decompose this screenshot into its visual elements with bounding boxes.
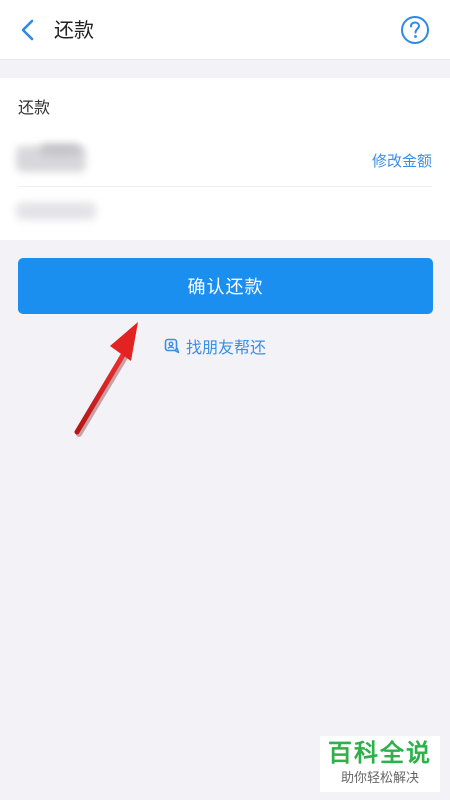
red-arrow-annotation: [74, 322, 138, 437]
chevron-left-icon: [21, 19, 34, 41]
question-circle-icon: [401, 16, 429, 44]
help-button[interactable]: [400, 15, 430, 45]
back-button[interactable]: [12, 14, 44, 46]
watermark-subtitle: 助你轻松解决: [340, 771, 419, 786]
watermark: 百科全说 助你轻松解决: [320, 736, 440, 792]
friend-help-icon: [164, 338, 180, 354]
confirm-repay-button[interactable]: 确认还款: [18, 258, 433, 314]
nav-bar: 还款: [0, 0, 450, 60]
watermark-title: 百科全说: [328, 739, 432, 767]
page: 还款 还款 修改金额 确认还款 找朋友帮还 百科全说 助你轻松解决: [0, 0, 450, 800]
modify-amount-link[interactable]: 修改金额: [372, 151, 432, 171]
blurred-amount-info: [16, 202, 96, 220]
friend-help-label: 找朋友帮还: [186, 338, 267, 357]
page-title: 还款: [54, 18, 94, 42]
repayment-card: 还款 修改金额: [0, 78, 450, 240]
divider: [18, 186, 432, 187]
blurred-account-detail: [40, 144, 80, 156]
friend-help-link[interactable]: 找朋友帮还: [164, 334, 266, 358]
card-label: 还款: [18, 98, 51, 117]
